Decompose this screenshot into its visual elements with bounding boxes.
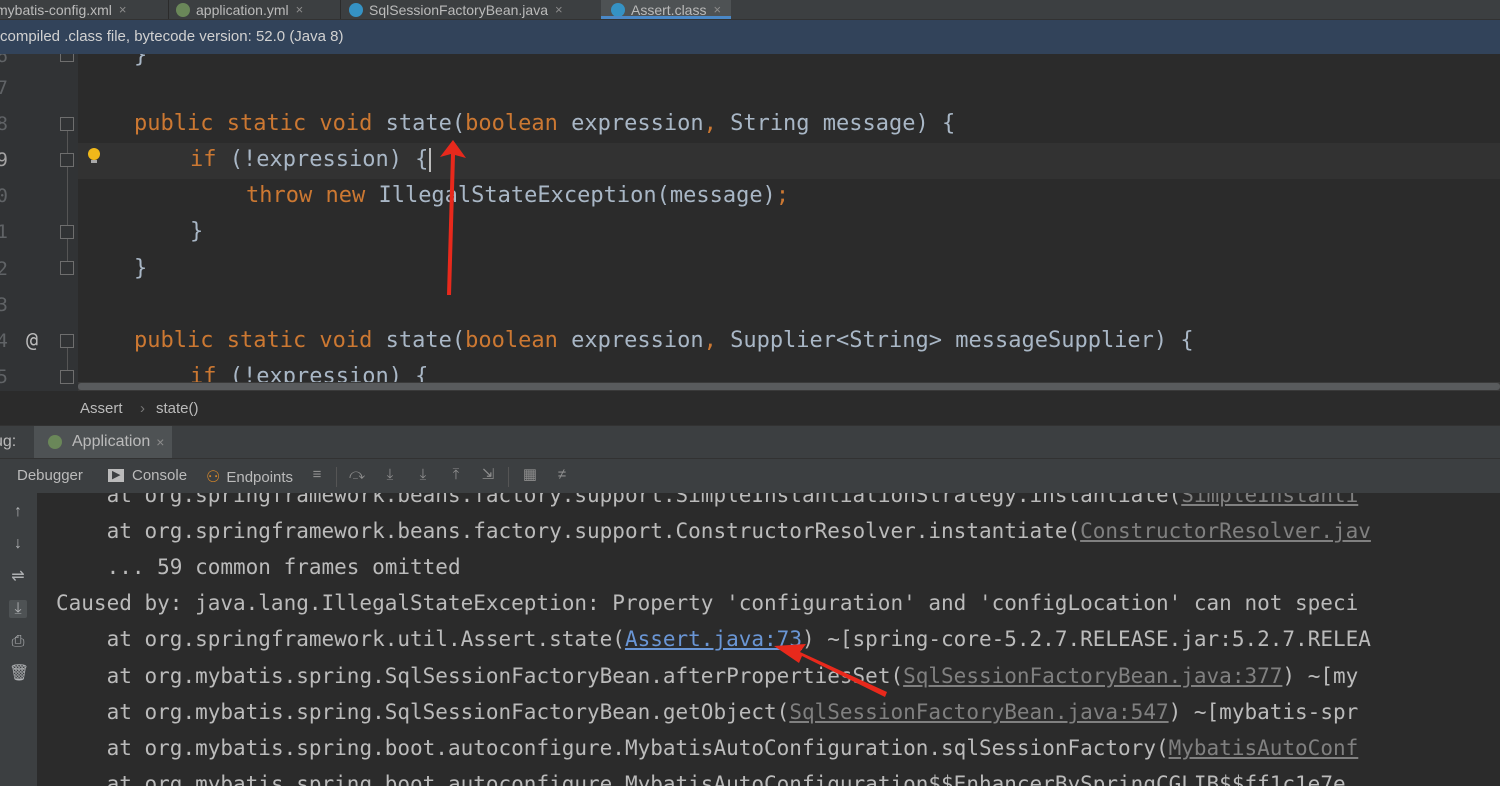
endpoints-icon: ⚇: [206, 469, 221, 486]
fold-marker[interactable]: [60, 225, 74, 239]
console-icon: ▶: [108, 469, 124, 482]
evaluate-expression-icon[interactable]: ▦: [521, 466, 539, 484]
debug-tool-window-header: ug: Application ×: [0, 426, 1500, 458]
yml-file-icon: [176, 2, 190, 17]
console-line: at org.springframework.beans.factory.sup…: [56, 519, 1371, 543]
breadcrumb-class[interactable]: Assert: [80, 400, 123, 417]
stack-link[interactable]: SqlSessionFactoryBean.java:547: [789, 700, 1168, 724]
tab-assert-class[interactable]: Assert.class ×: [601, 0, 732, 19]
tab-sqlsessionfactorybean[interactable]: SqlSessionFactoryBean.java ×: [349, 0, 563, 19]
tab-label: mybatis-config.xml: [0, 1, 112, 18]
horizontal-scrollbar[interactable]: [78, 382, 1500, 391]
line-number: 1: [0, 221, 8, 243]
step-over-icon[interactable]: ⤼: [348, 466, 366, 484]
debug-toolbar: Debugger ▶ Console ⚇ Endpoints ≡ ⤼ ⤓ ⤓ ⤒…: [0, 458, 1500, 493]
up-arrow-icon[interactable]: ↑: [9, 503, 27, 521]
line-number: 7: [0, 77, 8, 99]
tab-application[interactable]: Application ×: [34, 426, 173, 458]
override-marker-icon[interactable]: @: [26, 328, 38, 352]
breadcrumb: Assert › state(): [0, 391, 1500, 426]
stack-link[interactable]: MybatisAutoConf: [1169, 736, 1359, 760]
console-line: Caused by: java.lang.IllegalStateExcepti…: [56, 591, 1359, 615]
down-arrow-icon[interactable]: ↓: [9, 535, 27, 553]
line-number: 4: [0, 330, 8, 352]
code-line: }: [134, 54, 148, 68]
code-line: }: [190, 219, 204, 244]
fold-marker[interactable]: [60, 261, 74, 275]
console-line: at org.springframework.beans.factory.sup…: [56, 493, 1359, 513]
spring-bug-icon: [48, 435, 62, 449]
trace-icon[interactable]: ≠: [553, 466, 571, 484]
fold-marker[interactable]: [60, 334, 74, 348]
soft-wrap-icon[interactable]: ⇌: [9, 568, 27, 586]
fold-marker[interactable]: [60, 370, 74, 384]
close-icon[interactable]: ×: [119, 2, 127, 17]
stack-link[interactable]: SimpleInstanti: [1181, 493, 1358, 507]
scroll-to-end-icon[interactable]: ⤓: [9, 600, 27, 618]
console-line: at org.mybatis.spring.boot.autoconfigure…: [56, 736, 1359, 760]
tab-endpoints[interactable]: ⚇ Endpoints: [206, 467, 293, 487]
close-icon[interactable]: ×: [156, 434, 164, 450]
banner-text: compiled .class file, bytecode version: …: [0, 28, 344, 45]
line-number: 6: [0, 54, 8, 67]
line-number: 9: [0, 149, 8, 171]
tab-application-yml[interactable]: application.yml ×: [176, 0, 303, 19]
menu-icon[interactable]: ≡: [308, 466, 326, 484]
breadcrumb-separator: ›: [140, 400, 145, 417]
line-number: 8: [0, 113, 8, 135]
tab-mybatis-config[interactable]: mybatis-config.xml ×: [0, 0, 127, 19]
breadcrumb-method[interactable]: state(): [156, 400, 199, 417]
decompiled-banner: compiled .class file, bytecode version: …: [0, 20, 1500, 54]
close-icon[interactable]: ×: [713, 2, 721, 17]
scrollbar-thumb[interactable]: [78, 383, 1500, 390]
editor-tab-bar: mybatis-config.xml × application.yml × S…: [0, 0, 1500, 20]
force-step-into-icon[interactable]: ⤓: [414, 466, 432, 484]
lightbulb-icon[interactable]: [88, 148, 100, 163]
console-line: at org.mybatis.spring.SqlSessionFactoryB…: [56, 664, 1359, 688]
text-cursor: [429, 148, 432, 172]
print-icon[interactable]: ⎙: [9, 633, 27, 651]
tab-label: Assert.class: [631, 1, 707, 18]
fold-marker[interactable]: [60, 54, 74, 62]
trash-icon[interactable]: 🗑: [9, 665, 29, 683]
java-class-icon: [349, 2, 363, 17]
step-into-icon[interactable]: ⤓: [381, 466, 399, 484]
run-to-cursor-icon[interactable]: ⇲: [479, 466, 497, 484]
stack-link[interactable]: Assert.java:73: [625, 627, 802, 651]
line-number: 2: [0, 258, 8, 280]
close-icon[interactable]: ×: [296, 2, 304, 17]
close-icon[interactable]: ×: [555, 2, 563, 17]
console-output[interactable]: at org.springframework.beans.factory.sup…: [37, 493, 1500, 786]
console-line: at org.springframework.util.Assert.state…: [56, 627, 1371, 651]
console-line: at org.mybatis.spring.SqlSessionFactoryB…: [56, 700, 1359, 724]
fold-marker[interactable]: [60, 117, 74, 131]
app-tab-label: Application: [72, 433, 151, 450]
step-out-icon[interactable]: ⤒: [447, 466, 465, 484]
java-class-icon: [611, 2, 625, 17]
line-number: 0: [0, 185, 8, 207]
line-number: 3: [0, 294, 8, 316]
editor-gutter: 6 7 8 9 0 1 2 3 4 5 @: [0, 54, 100, 391]
code-line: public static void state(boolean express…: [134, 111, 956, 136]
code-line: }: [134, 256, 148, 281]
stack-link[interactable]: ConstructorResolver.jav: [1080, 519, 1371, 543]
tab-label: application.yml: [196, 1, 289, 18]
code-line: throw new IllegalStateException(message)…: [246, 183, 790, 208]
stack-link[interactable]: SqlSessionFactoryBean.java:377: [903, 664, 1282, 688]
tab-console[interactable]: ▶ Console: [108, 467, 187, 484]
console-line: ... 59 common frames omitted: [106, 555, 461, 579]
tab-debugger[interactable]: Debugger: [17, 467, 83, 484]
debug-label: ug:: [0, 433, 17, 450]
tab-label: SqlSessionFactoryBean.java: [369, 1, 548, 18]
line-number: 5: [0, 366, 8, 388]
code-editor[interactable]: 6 7 8 9 0 1 2 3 4 5 @ } public static vo…: [0, 54, 1500, 391]
fold-marker[interactable]: [60, 153, 74, 167]
code-line: if (!expression) {: [190, 142, 432, 178]
code-line: public static void state(boolean express…: [134, 328, 1194, 353]
console-line: at org.mybatis.spring.boot.autoconfigure…: [56, 772, 1359, 786]
console-side-toolbar: ↑ ↓ ⇌ ⤓ ⎙ 🗑: [0, 493, 37, 786]
